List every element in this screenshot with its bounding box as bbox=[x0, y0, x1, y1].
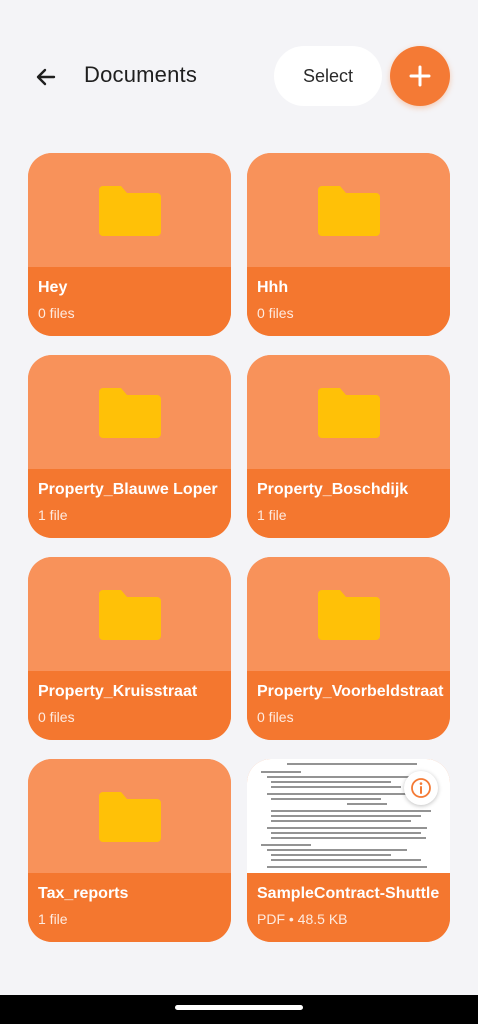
plus-icon bbox=[409, 65, 431, 87]
folder-file-count: 1 file bbox=[38, 507, 68, 523]
folder-file-count: 0 files bbox=[257, 709, 294, 725]
folder-icon bbox=[98, 186, 161, 236]
folder-file-count: 1 file bbox=[38, 911, 68, 927]
folder-name: Property_Boschdijk bbox=[257, 481, 409, 498]
folder-file-count: 0 files bbox=[257, 305, 294, 321]
folder-file-count: 1 file bbox=[257, 507, 287, 523]
folder-name: Property_Blauwe Loper bbox=[38, 481, 218, 498]
card-thumbnail bbox=[28, 355, 231, 469]
folder-card[interactable]: Tax_reports 1 file bbox=[28, 759, 231, 942]
folder-name: Property_Voorbeldstraat bbox=[257, 683, 444, 700]
card-thumbnail bbox=[28, 759, 231, 873]
folder-icon bbox=[317, 186, 380, 236]
folder-card[interactable]: Hhh 0 files bbox=[247, 153, 450, 336]
card-thumbnail bbox=[247, 355, 450, 469]
add-button[interactable] bbox=[390, 46, 450, 106]
folder-card[interactable]: Property_Voorbeldstraat 0 files bbox=[247, 557, 450, 740]
folder-name: Tax_reports bbox=[38, 885, 129, 902]
info-icon bbox=[411, 778, 431, 798]
folder-icon bbox=[317, 388, 380, 438]
folder-card[interactable]: Property_Boschdijk 1 file bbox=[247, 355, 450, 538]
file-meta: PDF • 48.5 KB bbox=[257, 911, 348, 927]
select-button[interactable]: Select bbox=[274, 46, 382, 106]
file-card[interactable]: SampleContract-Shuttle PDF • 48.5 KB bbox=[247, 759, 450, 942]
card-thumbnail bbox=[247, 153, 450, 267]
file-info-button[interactable] bbox=[404, 771, 438, 805]
folder-name: Hhh bbox=[257, 279, 289, 296]
folder-card[interactable]: Property_Blauwe Loper 1 file bbox=[28, 355, 231, 538]
folder-card[interactable]: Hey 0 files bbox=[28, 153, 231, 336]
card-thumbnail bbox=[28, 153, 231, 267]
arrow-left-icon bbox=[36, 68, 56, 86]
home-gesture-handle[interactable] bbox=[175, 1005, 303, 1010]
top-app-bar: Documents Select bbox=[0, 44, 478, 110]
folder-icon bbox=[317, 590, 380, 640]
file-name: SampleContract-Shuttle bbox=[257, 885, 440, 902]
card-thumbnail bbox=[28, 557, 231, 671]
system-navigation-bar bbox=[0, 995, 478, 1024]
folder-icon bbox=[98, 388, 161, 438]
folder-file-count: 0 files bbox=[38, 709, 75, 725]
folder-name: Property_Kruisstraat bbox=[38, 683, 198, 700]
card-thumbnail bbox=[247, 557, 450, 671]
folder-icon bbox=[98, 792, 161, 842]
folder-card[interactable]: Property_Kruisstraat 0 files bbox=[28, 557, 231, 740]
back-button[interactable] bbox=[30, 61, 62, 93]
page-title: Documents bbox=[84, 62, 198, 87]
folder-file-count: 0 files bbox=[38, 305, 75, 321]
folder-name: Hey bbox=[38, 279, 68, 296]
folder-icon bbox=[98, 590, 161, 640]
pdf-thumbnail bbox=[247, 759, 450, 873]
